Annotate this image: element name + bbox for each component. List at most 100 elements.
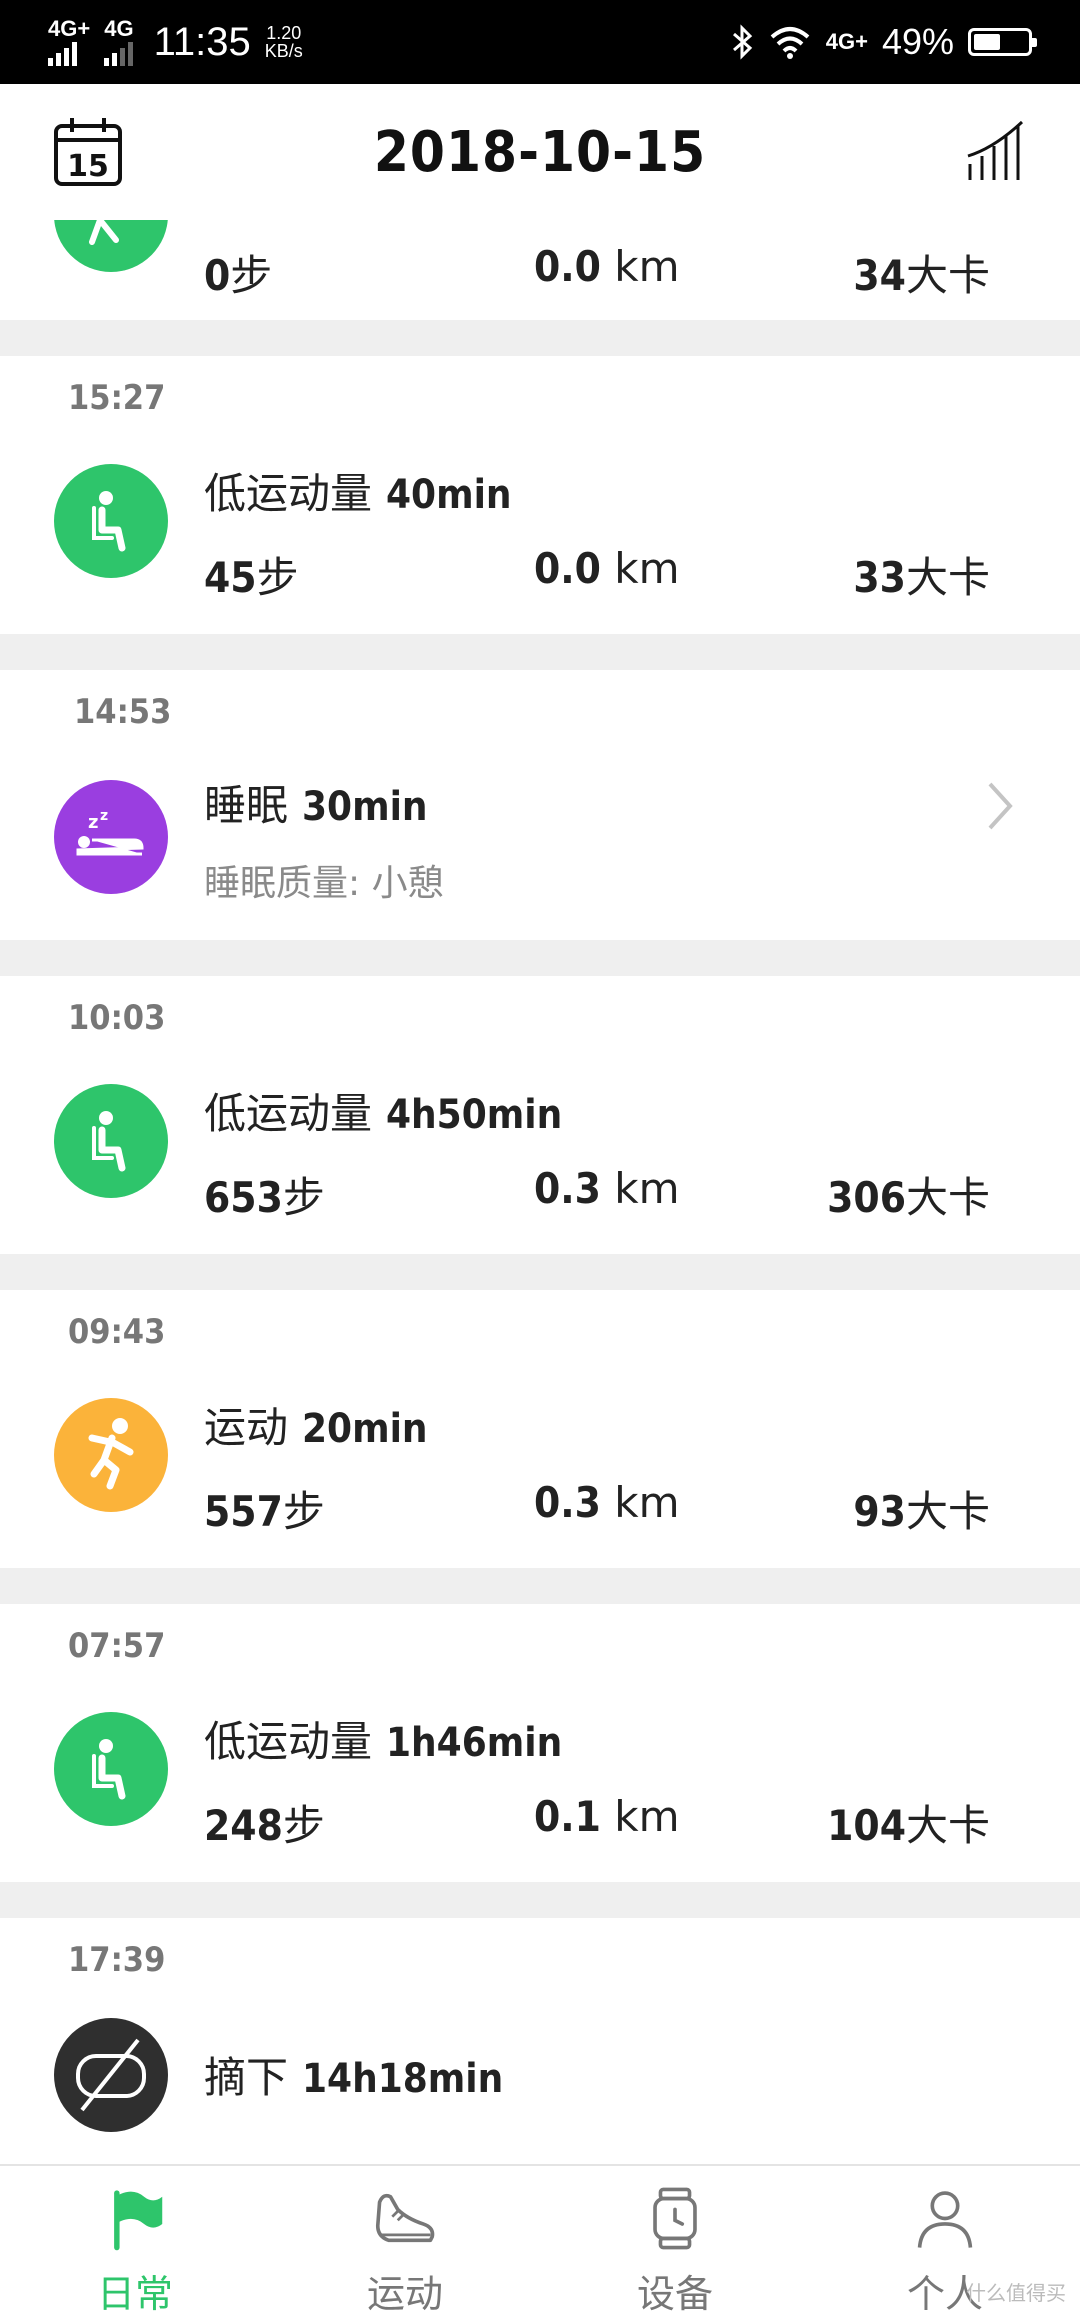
distance: 0.3 km <box>534 1478 680 1527</box>
tab-label: 设备 <box>636 2272 713 2316</box>
activity-duration: 30min <box>302 784 428 830</box>
page-title: 2018-10-15 <box>373 119 707 185</box>
activity-card[interactable]: 07:57 低运动量 1h46min 248步 0.1 km 104大卡 <box>0 1604 1080 1882</box>
tab-device[interactable]: 设备 <box>540 2166 810 2318</box>
steps-value: 557 <box>204 1487 283 1536</box>
calories-value: 33 <box>853 553 906 602</box>
network-type-3: 4G+ <box>825 29 868 54</box>
network-speed: 1.20 KB/s <box>265 24 303 60</box>
calories-unit: 大卡 <box>905 1173 990 1222</box>
sedentary-icon <box>54 464 168 578</box>
calendar-icon[interactable]: 15 <box>52 116 124 188</box>
calories-value: 34 <box>853 251 906 300</box>
activity-duration: 1h46min <box>386 1720 563 1766</box>
distance: 0.1 km <box>534 1792 680 1841</box>
distance-value: 0.1 <box>534 1792 601 1841</box>
distance-unit: km <box>614 242 680 291</box>
signal-bars-icon <box>104 40 134 66</box>
steps-value: 653 <box>204 1173 283 1222</box>
steps-value: 0 <box>204 251 231 300</box>
activity-list[interactable]: 0步 0.0 km 34大卡 15:27 低运动量 40min 45步 0.0 k… <box>0 220 1080 2164</box>
network-type-1: 4G+ <box>48 16 91 41</box>
watch-off-icon <box>54 2018 168 2132</box>
activity-label: 低运动量 <box>204 1717 373 1766</box>
status-left: 4G+ 4G 11:35 1.20 KB/s <box>48 18 303 66</box>
tab-label: 运动 <box>366 2272 443 2316</box>
steps-unit: 步 <box>282 1801 325 1850</box>
bluetooth-icon <box>732 24 752 60</box>
steps-value: 45 <box>204 553 257 602</box>
header: 15 2018-10-15 <box>0 84 1080 220</box>
activity-duration: 40min <box>386 472 512 518</box>
distance-value: 0.3 <box>534 1478 601 1527</box>
tab-daily[interactable]: 日常 <box>0 2166 270 2318</box>
activity-card[interactable]: 0步 0.0 km 34大卡 <box>0 220 1080 320</box>
activity-time: 17:39 <box>68 1940 166 1980</box>
distance-value: 0.0 <box>534 242 601 291</box>
steps-unit: 步 <box>282 1487 325 1536</box>
distance-value: 0.0 <box>534 544 601 593</box>
tab-sport[interactable]: 运动 <box>270 2166 540 2318</box>
activity-card[interactable]: 14:53 zz 睡眠 30min 睡眠质量: 小憩 <box>0 670 1080 940</box>
activity-label: 低运动量 <box>204 1089 373 1138</box>
activity-time: 14:53 <box>74 692 172 732</box>
activity-label: 运动 <box>204 1403 289 1452</box>
calories: 34大卡 <box>853 242 990 303</box>
activity-title: 运动 20min <box>204 1394 428 1455</box>
activity-time: 07:57 <box>68 1626 166 1666</box>
speed-value: 1.20 <box>266 23 302 43</box>
walk-icon <box>54 220 168 272</box>
steps: 248步 <box>204 1792 325 1853</box>
activity-title: 摘下 14h18min <box>204 2044 503 2105</box>
speed-unit: KB/s <box>264 41 303 61</box>
distance-unit: km <box>614 1792 680 1841</box>
activity-title: 低运动量 4h50min <box>204 1080 562 1141</box>
wifi-icon <box>770 27 810 59</box>
calories-unit: 大卡 <box>905 1801 990 1850</box>
calories: 93大卡 <box>853 1478 990 1539</box>
battery-percent: 49% <box>881 21 954 62</box>
distance-unit: km <box>614 1164 680 1213</box>
activity-card[interactable]: 17:39 摘下 14h18min <box>0 1918 1080 2164</box>
activity-card[interactable]: 09:43 运动 20min 557步 0.3 km 93大卡 <box>0 1290 1080 1568</box>
activity-duration: 4h50min <box>386 1092 563 1138</box>
activity-title: 低运动量 1h46min <box>204 1708 562 1769</box>
calories-unit: 大卡 <box>905 1487 990 1536</box>
shoe-icon <box>375 2193 435 2243</box>
activity-card[interactable]: 10:03 低运动量 4h50min 653步 0.3 km 306大卡 <box>0 976 1080 1254</box>
activity-title: 低运动量 40min <box>204 460 512 521</box>
calories-unit: 大卡 <box>905 553 990 602</box>
sedentary-icon <box>54 1084 168 1198</box>
steps-unit: 步 <box>230 251 273 300</box>
activity-time: 15:27 <box>68 378 166 418</box>
signal-1: 4G+ <box>48 18 90 66</box>
statistics-icon[interactable] <box>964 118 1028 182</box>
calories-value: 104 <box>827 1801 906 1850</box>
sleep-icon: zz <box>54 780 168 894</box>
activity-title: 睡眠 30min <box>204 772 428 833</box>
person-icon <box>917 2191 973 2248</box>
chevron-right-icon[interactable] <box>978 776 1018 836</box>
activity-label: 睡眠 <box>204 781 289 830</box>
clock: 11:35 <box>153 19 251 64</box>
activity-duration: 20min <box>302 1406 428 1452</box>
calories-unit: 大卡 <box>905 251 990 300</box>
activity-card[interactable]: 15:27 低运动量 40min 45步 0.0 km 33大卡 <box>0 356 1080 634</box>
steps-unit: 步 <box>282 1173 325 1222</box>
activity-label: 低运动量 <box>204 469 373 518</box>
activity-time: 10:03 <box>68 998 166 1038</box>
distance-value: 0.3 <box>534 1164 601 1213</box>
network-type-2: 4G <box>104 16 134 41</box>
steps-unit: 步 <box>256 553 299 602</box>
distance-unit: km <box>614 544 680 593</box>
steps: 557步 <box>204 1478 325 1539</box>
watermark: 什么值得买 <box>966 2281 1066 2305</box>
activity-duration: 14h18min <box>302 2056 504 2102</box>
flag-icon <box>114 2190 163 2251</box>
calories-value: 306 <box>827 1173 906 1222</box>
distance: 0.0 km <box>534 544 680 593</box>
status-right: 4G+ 49% <box>730 21 1037 63</box>
activity-time: 09:43 <box>68 1312 166 1352</box>
calories-value: 93 <box>853 1487 906 1536</box>
steps: 45步 <box>204 544 299 605</box>
